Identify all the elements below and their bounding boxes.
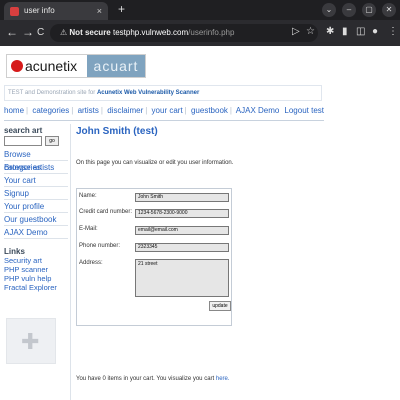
bookmark-star-icon[interactable]: ☆ bbox=[306, 26, 315, 37]
sidebar-our-guestbook[interactable]: Our guestbook bbox=[4, 213, 68, 226]
acunetix-logo: acunetix bbox=[7, 55, 87, 77]
browser-toolbar: ← → C ⚠ Not secure testphp.vulnweb.com/u… bbox=[0, 20, 400, 46]
extension-2-icon[interactable]: ▮ bbox=[342, 26, 348, 37]
maximize-button[interactable]: ▢ bbox=[362, 3, 376, 17]
site-logo[interactable]: acunetix acuart bbox=[6, 54, 146, 78]
back-icon[interactable]: ← bbox=[6, 25, 18, 39]
link-fractal-explorer[interactable]: Fractal Explorer bbox=[4, 283, 68, 292]
sidebar-your-profile[interactable]: Your profile bbox=[4, 200, 68, 213]
top-menu: home | categories | artists | disclaimer | y… bbox=[4, 106, 324, 115]
logout-link[interactable]: Logout test bbox=[284, 106, 324, 115]
favicon-icon bbox=[10, 7, 19, 16]
tab-search-icon[interactable]: ⌄ bbox=[322, 3, 336, 17]
sidebar-your-cart[interactable]: Your cart bbox=[4, 174, 68, 187]
web-page: acunetix acuart TEST and Demonstration s… bbox=[0, 46, 400, 400]
link-security-art[interactable]: Security art bbox=[4, 256, 68, 265]
address-bar[interactable]: ⚠ Not secure testphp.vulnweb.com/userinf… bbox=[50, 24, 318, 42]
links-heading: Links bbox=[4, 247, 25, 256]
sidebar: search art go Browse categories Browse a… bbox=[4, 126, 68, 400]
address-field[interactable]: 21 street bbox=[135, 259, 229, 297]
address-label: Address: bbox=[79, 260, 103, 266]
sidebar-browse-categories[interactable]: Browse categories bbox=[4, 148, 68, 172]
search-input[interactable] bbox=[4, 136, 42, 146]
forward-icon[interactable]: → bbox=[22, 25, 34, 39]
minimize-button[interactable]: – bbox=[342, 3, 356, 17]
cart-text: You have 0 items in your cart. You visua… bbox=[76, 376, 215, 382]
menu-home[interactable]: home bbox=[4, 106, 24, 115]
name-field[interactable]: John Smith bbox=[135, 193, 229, 202]
page-title: John Smith (test) bbox=[76, 126, 158, 137]
extension-icon[interactable]: ✱ bbox=[326, 26, 334, 37]
scanner-link[interactable]: Acunetix Web Vulnerability Scanner bbox=[97, 90, 199, 96]
cart-summary: You have 0 items in your cart. You visua… bbox=[76, 376, 230, 382]
new-tab-button[interactable]: + bbox=[118, 2, 125, 16]
cart-link[interactable]: here. bbox=[216, 376, 230, 382]
profile-icon[interactable]: ● bbox=[372, 26, 378, 37]
site-subline: TEST and Demonstration site for Acunetix… bbox=[4, 85, 322, 101]
email-field[interactable]: email@email.com bbox=[135, 226, 229, 235]
menu-categories[interactable]: categories bbox=[32, 106, 69, 115]
puzzle-icon: ✚ bbox=[21, 329, 40, 354]
search-go-button[interactable]: go bbox=[45, 136, 59, 146]
search-heading: search art bbox=[4, 126, 43, 135]
sidebar-ajax-demo[interactable]: AJAX Demo bbox=[4, 226, 68, 239]
cast-icon[interactable]: ▷ bbox=[292, 26, 300, 37]
update-button[interactable]: update bbox=[209, 301, 231, 311]
plugin-placeholder: ✚ bbox=[6, 318, 56, 364]
browser-tab-bar: user info × + ⌄ – ▢ ✕ bbox=[0, 0, 400, 20]
phone-label: Phone number: bbox=[79, 243, 121, 249]
reload-icon[interactable]: C bbox=[37, 27, 44, 38]
sidebar-divider bbox=[70, 124, 71, 400]
url-host: testphp.vulnweb.com bbox=[113, 28, 189, 37]
tab-title: user info bbox=[24, 6, 55, 15]
link-php-vuln-help[interactable]: PHP vuln help bbox=[4, 274, 68, 283]
credit-card-label: Credit card number: bbox=[79, 209, 133, 215]
menu-your-cart[interactable]: your cart bbox=[152, 106, 183, 115]
security-label: Not secure bbox=[69, 28, 111, 37]
warning-icon: ⚠ bbox=[60, 28, 70, 37]
credit-card-field[interactable]: 1234-5678-2300-9000 bbox=[135, 209, 229, 218]
phone-field[interactable]: 2323345 bbox=[135, 243, 229, 252]
menu-ajax-demo[interactable]: AJAX Demo bbox=[236, 106, 280, 115]
browser-tab[interactable]: user info × bbox=[4, 2, 108, 20]
close-tab-icon[interactable]: × bbox=[97, 2, 102, 20]
menu-artists[interactable]: artists bbox=[78, 106, 99, 115]
acuart-logo: acuart bbox=[87, 55, 145, 77]
menu-icon[interactable]: ⋮ bbox=[388, 26, 398, 37]
url-path: /userinfo.php bbox=[188, 28, 235, 37]
user-info-form: Name: John Smith Credit card number: 123… bbox=[76, 188, 232, 326]
sidebar-signup[interactable]: Signup bbox=[4, 187, 68, 200]
email-label: E-Mail: bbox=[79, 226, 98, 232]
acunetix-logo-icon bbox=[11, 60, 23, 72]
search-form: go bbox=[4, 136, 68, 148]
intro-text: On this page you can visualize or edit y… bbox=[76, 160, 234, 166]
link-php-scanner[interactable]: PHP scanner bbox=[4, 265, 68, 274]
divider bbox=[4, 120, 324, 121]
name-label: Name: bbox=[79, 193, 97, 199]
main-content: John Smith (test) On this page you can v… bbox=[76, 126, 324, 382]
links-section: Links Security art PHP scanner PHP vuln … bbox=[4, 247, 68, 292]
menu-guestbook[interactable]: guestbook bbox=[191, 106, 228, 115]
menu-disclaimer[interactable]: disclaimer bbox=[107, 106, 143, 115]
sidebar-icon[interactable]: ◫ bbox=[356, 26, 365, 37]
close-window-button[interactable]: ✕ bbox=[382, 3, 396, 17]
sidebar-browse-artists[interactable]: Browse artists bbox=[4, 161, 68, 174]
